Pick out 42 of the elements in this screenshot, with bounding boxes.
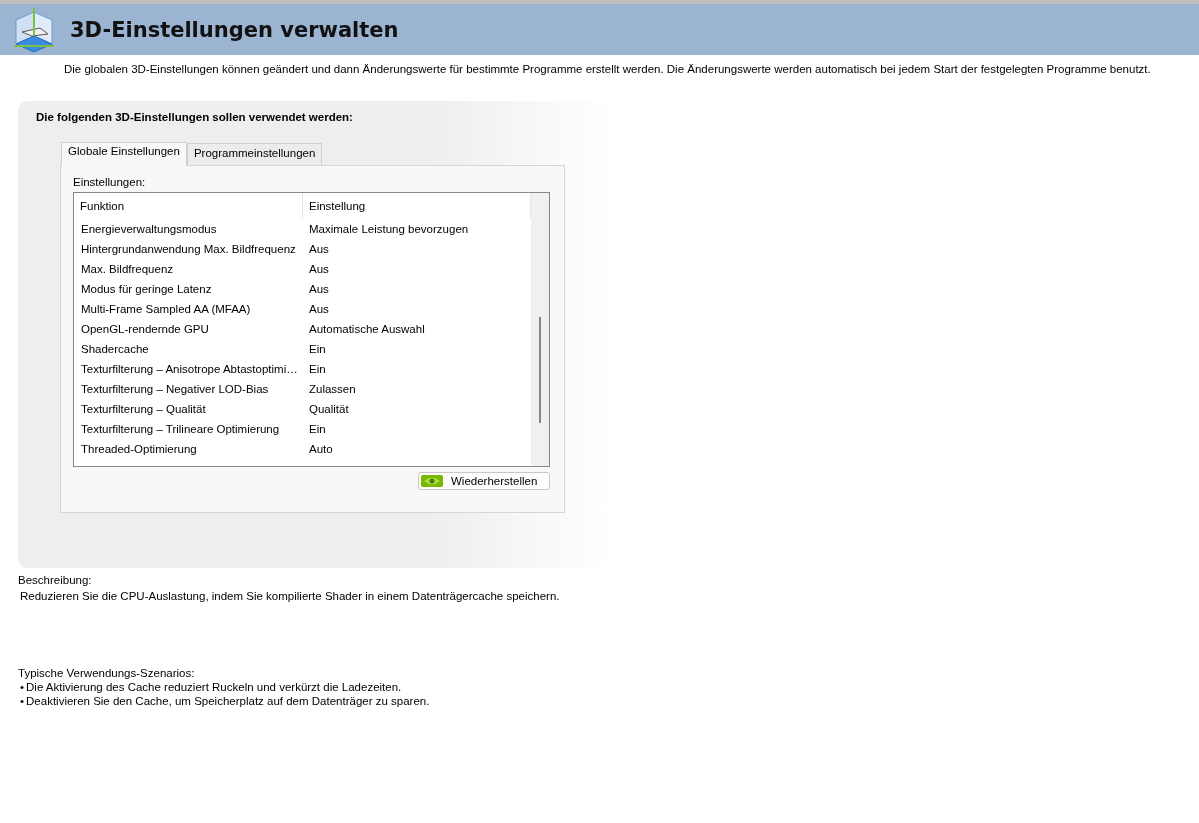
list-label: Einstellungen: [73, 176, 147, 190]
setting-name[interactable]: Texturfilterung – Negativer LOD-Bias [74, 383, 308, 395]
setting-name[interactable]: Texturfilterung – Anisotrope Abtastoptimi… [74, 363, 308, 375]
scrollbar[interactable] [531, 193, 549, 466]
setting-name[interactable]: Texturfilterung – Qualität [74, 403, 308, 415]
scenario-text: Die Aktivierung des Cache reduziert Ruckeln und verkürzt die Ladezeiten. [26, 680, 402, 694]
tab[interactable]: Globale Einstellungen [61, 142, 187, 166]
setting-value[interactable]: Aus [308, 283, 329, 295]
panel-heading: Die folgenden 3D-Einstellungen sollen verwendet werden: [36, 111, 354, 125]
column-header[interactable]: Funktion [74, 193, 303, 219]
setting-value[interactable]: Aus [308, 243, 329, 255]
description-label: Beschreibung: [18, 574, 93, 586]
description-text: Reduzieren Sie die CPU-Auslastung, indem Sie kompilierte Shader in einem Datenträgercache speichern. [19, 590, 561, 602]
scenario-text: Deaktivieren Sie den Cache, um Speicherplatz auf dem Datenträger zu sparen. [26, 694, 430, 708]
setting-value[interactable]: Aus [308, 263, 329, 275]
setting-name[interactable]: Hintergrundanwendung Max. Bildfrequenz [74, 243, 308, 255]
setting-name[interactable]: Max. Bildfrequenz [74, 263, 308, 275]
restore-button[interactable]: Wiederherstellen [418, 472, 550, 490]
setting-value[interactable]: Ein [308, 343, 326, 355]
eye-logo-icon [421, 475, 443, 487]
setting-value[interactable]: Qualität [308, 403, 349, 415]
setting-value[interactable]: Zulassen [308, 383, 356, 395]
page-title: 3D-Einstellungen verwalten [70, 17, 399, 42]
setting-name[interactable]: Texturfilterung – Trilineare Optimierung [74, 423, 308, 435]
setting-value[interactable]: Automatische Auswahl [308, 323, 425, 335]
scenarios-label: Typische Verwendungs-Szenarios: [18, 666, 196, 680]
setting-value[interactable]: Ein [308, 423, 326, 435]
setting-name[interactable]: Shadercache [74, 343, 308, 355]
setting-value[interactable]: Ein [308, 363, 326, 375]
setting-name[interactable]: Modus für geringe Latenz [74, 283, 308, 295]
setting-value[interactable]: Maximale Leistung bevorzugen [308, 223, 469, 235]
setting-name[interactable]: OpenGL-rendernde GPU [74, 323, 308, 335]
setting-name[interactable]: Threaded-Optimierung [74, 443, 308, 455]
setting-value[interactable]: Aus [308, 303, 329, 315]
bullet: • [20, 680, 25, 694]
tab[interactable]: Programmeinstellungen [186, 143, 323, 165]
bullet: • [20, 694, 25, 708]
setting-name[interactable]: Multi-Frame Sampled AA (MFAA) [74, 303, 308, 315]
setting-value[interactable]: Auto [308, 443, 333, 455]
setting-name[interactable]: Energieverwaltungsmodus [74, 223, 308, 235]
scrollbar-thumb[interactable] [539, 317, 541, 423]
intro-text: Die globalen 3D-Einstellungen können geändert und dann Änderungswerte für bestimmte Programme erstellt werden. Die Änderungswerte werden automatisch bei jedem Start der festgelegten Programme benutzt. [63, 62, 1152, 77]
